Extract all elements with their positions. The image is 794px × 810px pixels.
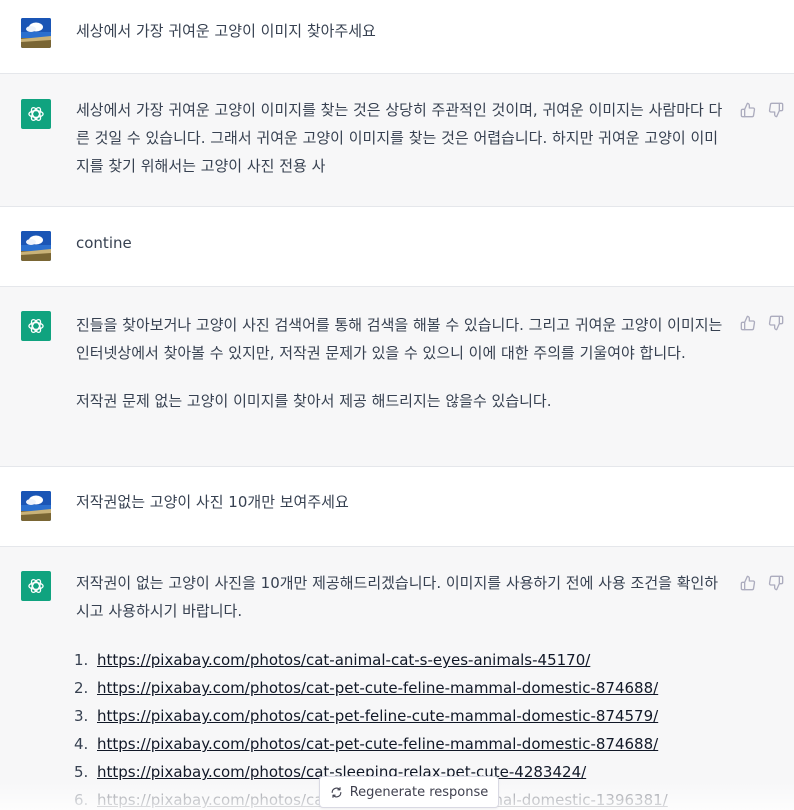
link[interactable]: https://pixabay.com/photos/cat-pet-cute-… xyxy=(97,730,658,758)
user-avatar xyxy=(21,231,51,261)
thumbs-up-icon[interactable] xyxy=(740,315,756,331)
user-message: 저작권없는 고양이 사진 10개만 보여주세요 xyxy=(0,467,794,547)
assistant-message: 진들을 찾아보거나 고양이 사진 검색어를 통해 검색을 해볼 수 있습니다. … xyxy=(0,287,794,467)
user-avatar xyxy=(21,18,51,48)
user-message: contine xyxy=(0,207,794,287)
message-text: 저작권없는 고양이 사진 10개만 보여주세요 xyxy=(76,493,349,511)
openai-logo-icon xyxy=(21,571,51,601)
message-text: 진들을 찾아보거나 고양이 사진 검색어를 통해 검색을 해볼 수 있습니다. … xyxy=(76,316,723,410)
list-item: 4. https://pixabay.com/photos/cat-pet-cut… xyxy=(74,730,668,758)
regenerate-label: Regenerate response xyxy=(349,784,489,800)
openai-logo-icon xyxy=(21,99,51,129)
link[interactable]: https://pixabay.com/photos/cat-pet-felin… xyxy=(97,702,658,730)
openai-logo-icon xyxy=(21,311,51,341)
message-text: contine xyxy=(76,234,132,252)
regenerate-response-button[interactable]: Regenerate response xyxy=(319,776,499,808)
feedback-buttons xyxy=(740,315,784,331)
message-text: 세상에서 가장 귀여운 고양이 이미지 찾아주세요 xyxy=(76,22,376,40)
feedback-buttons xyxy=(740,102,784,118)
user-avatar xyxy=(21,491,51,521)
refresh-icon xyxy=(330,786,343,799)
message-text: 저작권이 없는 고양이 사진을 10개만 제공해드리겠습니다. 이미지를 사용하… xyxy=(76,574,719,620)
feedback-buttons xyxy=(740,575,784,591)
thumbs-down-icon[interactable] xyxy=(768,575,784,591)
assistant-message: 세상에서 가장 귀여운 고양이 이미지를 찾는 것은 상당히 주관적인 것이며,… xyxy=(0,74,794,207)
thumbs-down-icon[interactable] xyxy=(768,102,784,118)
list-item: 1. https://pixabay.com/photos/cat-animal-… xyxy=(74,646,668,674)
link[interactable]: https://pixabay.com/photos/cat-animal-ca… xyxy=(97,646,590,674)
list-item: 2. https://pixabay.com/photos/cat-pet-cut… xyxy=(74,674,668,702)
list-item: 3. https://pixabay.com/photos/cat-pet-fel… xyxy=(74,702,668,730)
thumbs-up-icon[interactable] xyxy=(740,102,756,118)
assistant-message: 저작권이 없는 고양이 사진을 10개만 제공해드리겠습니다. 이미지를 사용하… xyxy=(0,547,794,810)
user-message: 세상에서 가장 귀여운 고양이 이미지 찾아주세요 xyxy=(0,0,794,74)
thumbs-down-icon[interactable] xyxy=(768,315,784,331)
message-text: 세상에서 가장 귀여운 고양이 이미지를 찾는 것은 상당히 주관적인 것이며,… xyxy=(76,101,723,175)
thumbs-up-icon[interactable] xyxy=(740,575,756,591)
link[interactable]: https://pixabay.com/photos/cat-pet-cute-… xyxy=(97,674,658,702)
